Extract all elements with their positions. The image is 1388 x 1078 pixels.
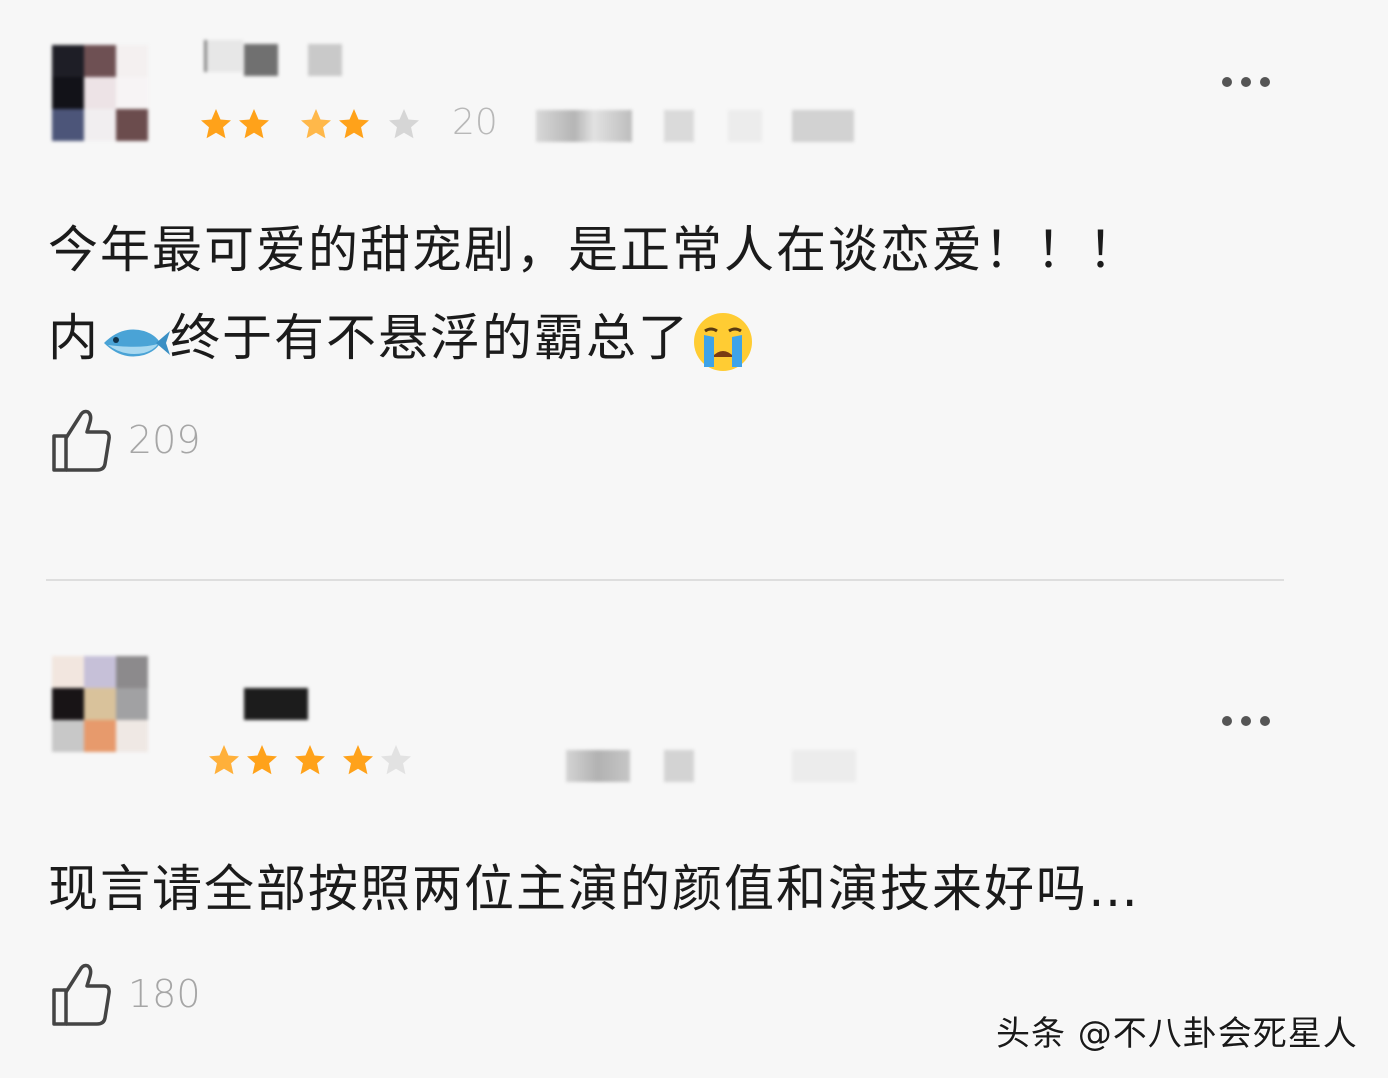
star-filled-icon (343, 745, 373, 775)
comment-text-line: 现言请全部按照两位主演的颜值和演技来好吗… (48, 860, 1140, 918)
text-fragment: 内 (48, 309, 100, 367)
dot (1241, 77, 1251, 87)
watermark: 头条 @不八卦会死星人 (996, 1014, 1358, 1054)
avatar[interactable] (52, 45, 148, 141)
like-count: 209 (128, 418, 201, 462)
comment-text: 今年最可爱的甜宠剧，是正常人在谈恋爱！！！ 内 终于有不悬浮的霸总了 (48, 206, 1140, 382)
comment-text: 现言请全部按照两位主演的颜值和演技来好吗… (48, 845, 1140, 933)
dot (1222, 716, 1232, 726)
star-filled-icon (201, 109, 231, 139)
comment-date: 20 (452, 102, 498, 143)
dot (1260, 716, 1270, 726)
fish-icon (104, 329, 170, 356)
star-filled-icon (339, 109, 369, 139)
like-button[interactable]: 209 (50, 406, 201, 474)
comment-card-1: 20 今年最可爱的甜宠剧，是正常人在谈恋爱！！！ 内 终于有不悬浮的霸总了 20… (0, 0, 1388, 580)
like-count: 180 (128, 972, 201, 1016)
dot (1260, 77, 1270, 87)
star-empty-icon (381, 745, 411, 775)
star-filled-icon (301, 109, 331, 139)
avatar[interactable] (52, 656, 148, 752)
star-filled-icon (247, 745, 277, 775)
more-options-button[interactable] (1222, 77, 1270, 87)
more-options-button[interactable] (1222, 716, 1270, 726)
comment-text-line: 内 终于有不悬浮的霸总了 (48, 294, 1140, 382)
text-fragment: 终于有不悬浮的霸总了 (170, 309, 690, 367)
thumbs-up-icon (52, 963, 111, 1026)
comment-card-2: 现言请全部按照两位主演的颜值和演技来好吗… 180 (0, 582, 1388, 1078)
dot (1222, 77, 1232, 87)
like-button[interactable]: 180 (50, 960, 201, 1028)
rating-stars (198, 106, 422, 142)
divider (46, 579, 1284, 581)
star-filled-icon (239, 109, 269, 139)
star-filled-icon (209, 745, 239, 775)
rating-stars (206, 742, 414, 778)
dot (1241, 716, 1251, 726)
star-empty-icon (389, 109, 419, 139)
star-filled-icon (295, 745, 325, 775)
crying-face-icon (694, 312, 752, 371)
comment-text-line: 今年最可爱的甜宠剧，是正常人在谈恋爱！！！ (48, 221, 1140, 279)
thumbs-up-icon (52, 409, 111, 472)
